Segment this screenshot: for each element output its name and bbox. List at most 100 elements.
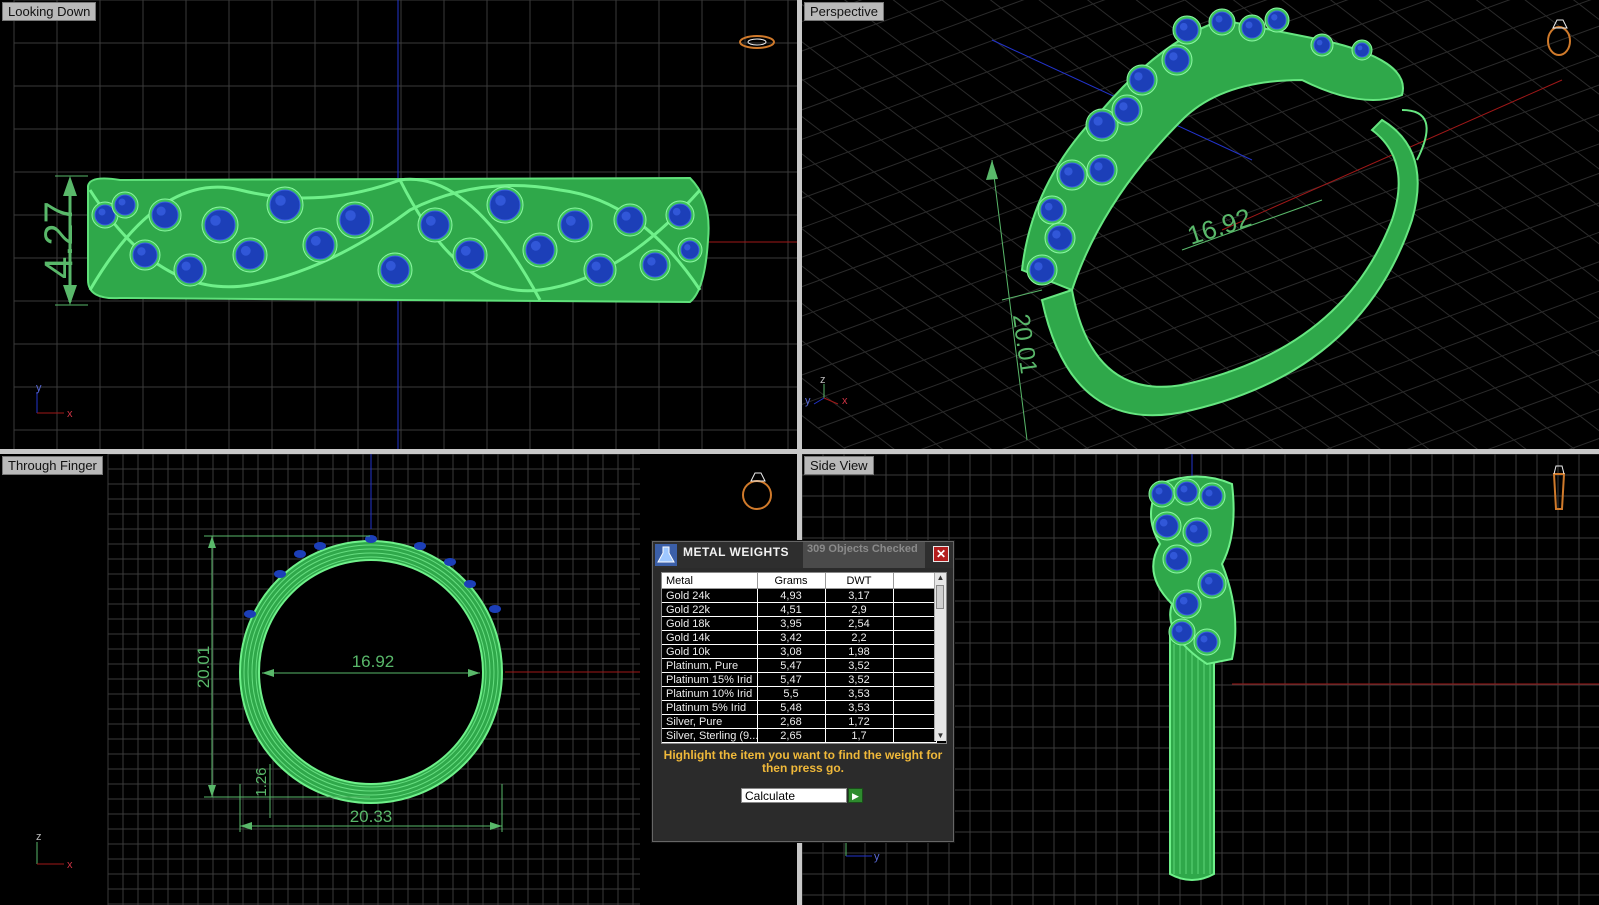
- table-header-row: Metal Grams DWT: [662, 573, 937, 589]
- metal-name-cell: Gold 10k: [662, 644, 758, 659]
- dwt-cell: 2,9: [825, 602, 894, 617]
- viewport-title[interactable]: Through Finger: [2, 456, 103, 475]
- grams-cell: 4,93: [757, 588, 826, 603]
- through-finger-dim-outer: 20.33: [350, 807, 393, 826]
- metal-name-cell: Platinum, Pure: [662, 658, 758, 673]
- axis-y-label: y: [874, 851, 880, 863]
- perspective-dim-height: 20.01: [1007, 312, 1042, 375]
- ring-front-icon: [742, 472, 772, 510]
- column-header-grams[interactable]: Grams: [757, 573, 826, 589]
- table-row[interactable]: Gold 22k 4,51 2,9: [662, 602, 937, 617]
- table-row[interactable]: Platinum 15% Irid 5,47 3,52: [662, 672, 937, 687]
- scroll-down-icon[interactable]: ▼: [935, 731, 946, 741]
- empty-cell: [893, 630, 937, 645]
- metal-name-cell: Gold 22k: [662, 602, 758, 617]
- axis-y-label: y: [805, 395, 811, 407]
- dialog-header[interactable]: METAL WEIGHTS 309 Objects Checked ✕: [653, 542, 953, 568]
- scrollbar-thumb[interactable]: [936, 585, 944, 609]
- table-row[interactable]: Platinum 5% Irid 5,48 3,53: [662, 700, 937, 715]
- dwt-cell: 3,17: [825, 588, 894, 603]
- dwt-cell: 3,53: [825, 700, 894, 715]
- table-row[interactable]: Silver, Sterling (9... 2,65 1,7: [662, 728, 937, 743]
- axis-x-label: x: [67, 859, 73, 871]
- viewport-title[interactable]: Perspective: [804, 2, 884, 21]
- table-row[interactable]: Gold 18k 3,95 2,54: [662, 616, 937, 631]
- grams-cell: 3,08: [757, 644, 826, 659]
- empty-cell: [893, 700, 937, 715]
- viewport-title[interactable]: Looking Down: [2, 2, 97, 21]
- grams-cell: 3,42: [757, 630, 826, 645]
- dwt-cell: 1,7: [825, 728, 894, 743]
- metal-name-cell: Platinum 10% Irid: [662, 686, 758, 701]
- instruction-text: Highlight the item you want to find the …: [663, 748, 943, 775]
- grams-cell: 5,47: [757, 658, 826, 673]
- grams-cell: 2,68: [757, 714, 826, 729]
- empty-cell: [893, 644, 937, 659]
- column-header-dwt[interactable]: DWT: [825, 573, 894, 589]
- column-header-metal[interactable]: Metal: [662, 573, 758, 589]
- ring-side-icon: [1552, 465, 1566, 510]
- empty-cell: [893, 742, 937, 743]
- metal-name-cell: Silver, Pure: [662, 714, 758, 729]
- empty-cell: [893, 616, 937, 631]
- dwt-cell: 2,2: [825, 630, 894, 645]
- play-arrow-icon[interactable]: ▶: [848, 788, 863, 803]
- grams-cell: 5,48: [757, 700, 826, 715]
- table-row[interactable]: Gold 14k 3,42 2,2: [662, 630, 937, 645]
- through-finger-dim-thickness: 1.26: [253, 767, 270, 796]
- through-finger-dim-inner: 16.92: [352, 652, 395, 671]
- metal-weights-dialog[interactable]: METAL WEIGHTS 309 Objects Checked ✕ Meta…: [652, 541, 954, 842]
- table-row[interactable]: Platinum, Pure 5,47 3,52: [662, 658, 937, 673]
- viewport-perspective[interactable]: 20.01 16.92 z y x Perspective: [802, 0, 1599, 449]
- grams-cell: 2,63: [757, 742, 826, 743]
- empty-cell: [893, 714, 937, 729]
- viewport-title[interactable]: Side View: [804, 456, 874, 475]
- empty-cell: [893, 602, 937, 617]
- dwt-cell: 3,52: [825, 658, 894, 673]
- table-row[interactable]: Silver, Coin (900)2,631,69: [662, 742, 937, 743]
- scroll-up-icon[interactable]: ▲: [935, 573, 946, 583]
- dwt-cell: 3,52: [825, 672, 894, 687]
- flask-icon: [655, 544, 677, 566]
- table-row[interactable]: Gold 24k 4,93 3,17: [662, 588, 937, 603]
- looking-down-scene: 4.27 y x: [13, 0, 797, 449]
- close-icon[interactable]: ✕: [933, 546, 949, 562]
- table-row[interactable]: Silver, Pure 2,68 1,72: [662, 714, 937, 729]
- metal-name-cell: Gold 14k: [662, 630, 758, 645]
- grams-cell: 5,47: [757, 672, 826, 687]
- metal-name-cell: Platinum 5% Irid: [662, 700, 758, 715]
- axis-y-label: y: [36, 382, 42, 394]
- metal-name-cell: Gold 24k: [662, 588, 758, 603]
- dwt-cell: 2,54: [825, 616, 894, 631]
- dwt-cell: 1,98: [825, 644, 894, 659]
- viewport-looking-down[interactable]: 4.27 y x Looking Down: [0, 0, 797, 449]
- action-select[interactable]: Calculate: [741, 788, 847, 803]
- dwt-cell: 1,72: [825, 714, 894, 729]
- perspective-scene: 20.01 16.92 z y x: [802, 0, 1599, 449]
- axis-x-label: x: [67, 408, 73, 420]
- dwt-cell: 3,53: [825, 686, 894, 701]
- looking-down-dim-height: 4.27: [37, 201, 81, 279]
- table-row[interactable]: Platinum 10% Irid 5,5 3,53: [662, 686, 937, 701]
- metal-name-cell: Gold 18k: [662, 616, 758, 631]
- grams-cell: 2,65: [757, 728, 826, 743]
- column-header-blank: [893, 573, 937, 589]
- metal-name-cell: Silver, Sterling (9...: [662, 728, 758, 743]
- axis-x-label: x: [842, 395, 848, 407]
- empty-cell: [893, 672, 937, 687]
- metal-weights-table[interactable]: Metal Grams DWT Gold 24k 4,93 3,17 Gold 22k…: [661, 572, 947, 744]
- empty-cell: [893, 728, 937, 743]
- axis-z-label: z: [820, 374, 826, 386]
- axis-z-label: z: [36, 831, 42, 843]
- empty-cell: [893, 588, 937, 603]
- viewport-divider-horizontal[interactable]: [0, 449, 1599, 454]
- grams-cell: 3,95: [757, 616, 826, 631]
- table-row[interactable]: Gold 10k 3,08 1,98: [662, 644, 937, 659]
- empty-cell: [893, 686, 937, 701]
- metal-name-cell: Platinum 15% Irid: [662, 672, 758, 687]
- empty-cell: [893, 658, 937, 673]
- grams-cell: 5,5: [757, 686, 826, 701]
- table-scrollbar[interactable]: ▲ ▼: [934, 573, 946, 741]
- dwt-cell: 1,69: [825, 742, 894, 743]
- dialog-title: METAL WEIGHTS: [683, 545, 790, 559]
